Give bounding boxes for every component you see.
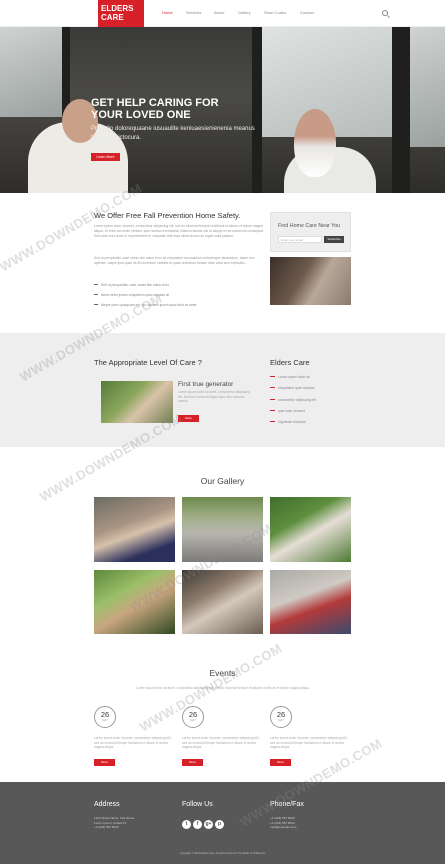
event-month: MAY [102, 719, 108, 722]
nav-contact[interactable]: Contact [300, 10, 314, 15]
hero-banner: GET HELP CARING FOR YOUR LOVED ONE Pro o… [0, 27, 445, 193]
nav-home[interactable]: Home [162, 10, 173, 15]
event-card: 26 MAY Lorem ipsum dolor sit amet, conse… [270, 706, 350, 768]
feature-title: First true generator [178, 381, 234, 388]
gallery-title: Our Gallery [200, 476, 245, 486]
address-line: +1 (234) 567 8910 [94, 825, 119, 830]
hero-subtitle: Pro odio dolorequaane iusuaulite keniuae… [91, 126, 255, 141]
gallery-image[interactable] [182, 570, 263, 634]
hero-person-right-head [294, 109, 336, 177]
gallery-image[interactable] [270, 570, 351, 634]
hero-post [392, 27, 410, 193]
footer-phone-title: Phone/Fax [270, 801, 304, 808]
care-section: The Appropriate Level Of Care ? Elders C… [0, 333, 445, 447]
event-card: 26 MAY Lorem ipsum dolor sit amet, conse… [94, 706, 174, 768]
event-date-badge: 26 MAY [182, 706, 204, 728]
prevention-list: Sed ut perspiciatis unde omnis iste natu… [94, 283, 266, 313]
list-item: Sed ut perspiciatis unde omnis iste natu… [94, 283, 266, 293]
gallery-image[interactable] [94, 497, 175, 562]
phone-line: mail@example.com [270, 825, 297, 830]
social-links: t f g+ p [182, 820, 224, 829]
pinterest-icon[interactable]: p [215, 820, 224, 829]
footer-phone: +1 (234) 567 8910 +1 (234) 567 8910 mail… [270, 816, 296, 830]
phone-line: +1 (234) 567 8910 [270, 816, 295, 820]
list-item[interactable]: consectetur adipiscing elit [270, 398, 316, 409]
email-field[interactable]: Enter your email [278, 236, 322, 243]
event-date-badge: 26 MAY [94, 706, 116, 728]
event-more-button[interactable]: More [270, 759, 291, 766]
care-photo [101, 381, 173, 423]
brand-line1: ELDERS [101, 4, 134, 13]
event-day: 26 [100, 710, 110, 719]
nav-services[interactable]: Services [186, 10, 201, 15]
care-more-button[interactable]: More [178, 415, 199, 422]
brand-logo[interactable]: ELDERS CARE [98, 0, 144, 27]
hero-window-right [410, 27, 445, 147]
event-day: 26 [276, 710, 286, 719]
footer: Address 1234 Street Name, City Name Lore… [0, 782, 445, 864]
facebook-icon[interactable]: f [193, 820, 202, 829]
footer-address-title: Address [94, 801, 120, 808]
feature-text: Lorem ipsum dolor sit amet, consectetur … [178, 390, 250, 403]
event-date-badge: 26 MAY [270, 706, 292, 728]
brand-line2: CARE [101, 13, 124, 22]
side-photo [270, 257, 351, 305]
search-icon[interactable] [382, 10, 388, 16]
elders-care-title: Elders Care [270, 358, 310, 367]
google-plus-icon[interactable]: g+ [204, 820, 213, 829]
gallery-image[interactable] [94, 570, 175, 634]
event-more-button[interactable]: More [94, 759, 115, 766]
gallery-image[interactable] [270, 497, 351, 562]
list-item[interactable]: voluptatem quia voluptas [270, 386, 316, 397]
events-subtitle: Lorem ipsum dolor sit amet, consectetur … [136, 686, 310, 690]
nav-about[interactable]: About [214, 10, 224, 15]
event-day: 26 [188, 710, 198, 719]
hero-post [252, 27, 262, 193]
hero-title: GET HELP CARING FOR YOUR LOVED ONE [91, 97, 251, 121]
gallery-image[interactable] [182, 497, 263, 562]
nav-gallery[interactable]: Gallery [238, 10, 251, 15]
list-item: Nemo enim ipsam voluptatem quia voluptas… [94, 293, 266, 303]
twitter-icon[interactable]: t [182, 820, 191, 829]
events-title: Events [209, 668, 236, 678]
nav-short-codes[interactable]: Short Codes [264, 10, 286, 15]
hero-title-line2: YOUR LOVED ONE [91, 109, 191, 121]
hero-title-line1: GET HELP CARING FOR [91, 97, 219, 109]
hero-window-left [0, 27, 62, 117]
prevention-title: We Offer Free Fall Prevention Home Safet… [94, 211, 241, 220]
copyright: Copyright © 2016 Elders Care. All rights… [179, 852, 266, 855]
event-month: MAY [190, 719, 196, 722]
list-item[interactable]: Dignissim tincidunt [270, 420, 316, 431]
list-item: Neque porro quisquam est, qui dolorem ip… [94, 303, 266, 313]
footer-follow-title: Follow Us [182, 801, 213, 808]
top-navbar: ELDERS CARE Home Services About Gallery … [0, 0, 445, 27]
event-card: 26 MAY Lorem ipsum dolor sit amet, conse… [182, 706, 262, 768]
list-item[interactable]: Lorem ipsum dolor sit [270, 375, 316, 386]
hero-learn-more-button[interactable]: Learn More [91, 153, 120, 161]
prevention-paragraph: Lorem ipsum dolor sit amet, consectetur … [94, 224, 264, 238]
event-text: Lorem ipsum dolor sit amet, consectetur … [94, 736, 172, 750]
form-title: Find Home Care Near You [278, 223, 341, 229]
event-text: Lorem ipsum dolor sit amet, consectetur … [270, 736, 348, 750]
home-care-form: Find Home Care Near You Enter your email… [270, 212, 351, 252]
event-more-button[interactable]: More [182, 759, 203, 766]
elders-care-list: Lorem ipsum dolor sit voluptatem quia vo… [270, 375, 316, 431]
event-month: MAY [278, 719, 284, 722]
subscribe-button[interactable]: Subscribe [324, 236, 344, 243]
care-title: The Appropriate Level Of Care ? [94, 358, 202, 367]
prevention-paragraph: Sed ut perspiciatis unde omnis iste natu… [94, 256, 255, 265]
address-line: 1234 Street Name, City Name [94, 816, 135, 820]
list-item[interactable]: quia dolor sit amet [270, 409, 316, 420]
event-text: Lorem ipsum dolor sit amet, consectetur … [182, 736, 260, 750]
footer-address: 1234 Street Name, City Name Lorem Ipsum,… [94, 816, 134, 830]
